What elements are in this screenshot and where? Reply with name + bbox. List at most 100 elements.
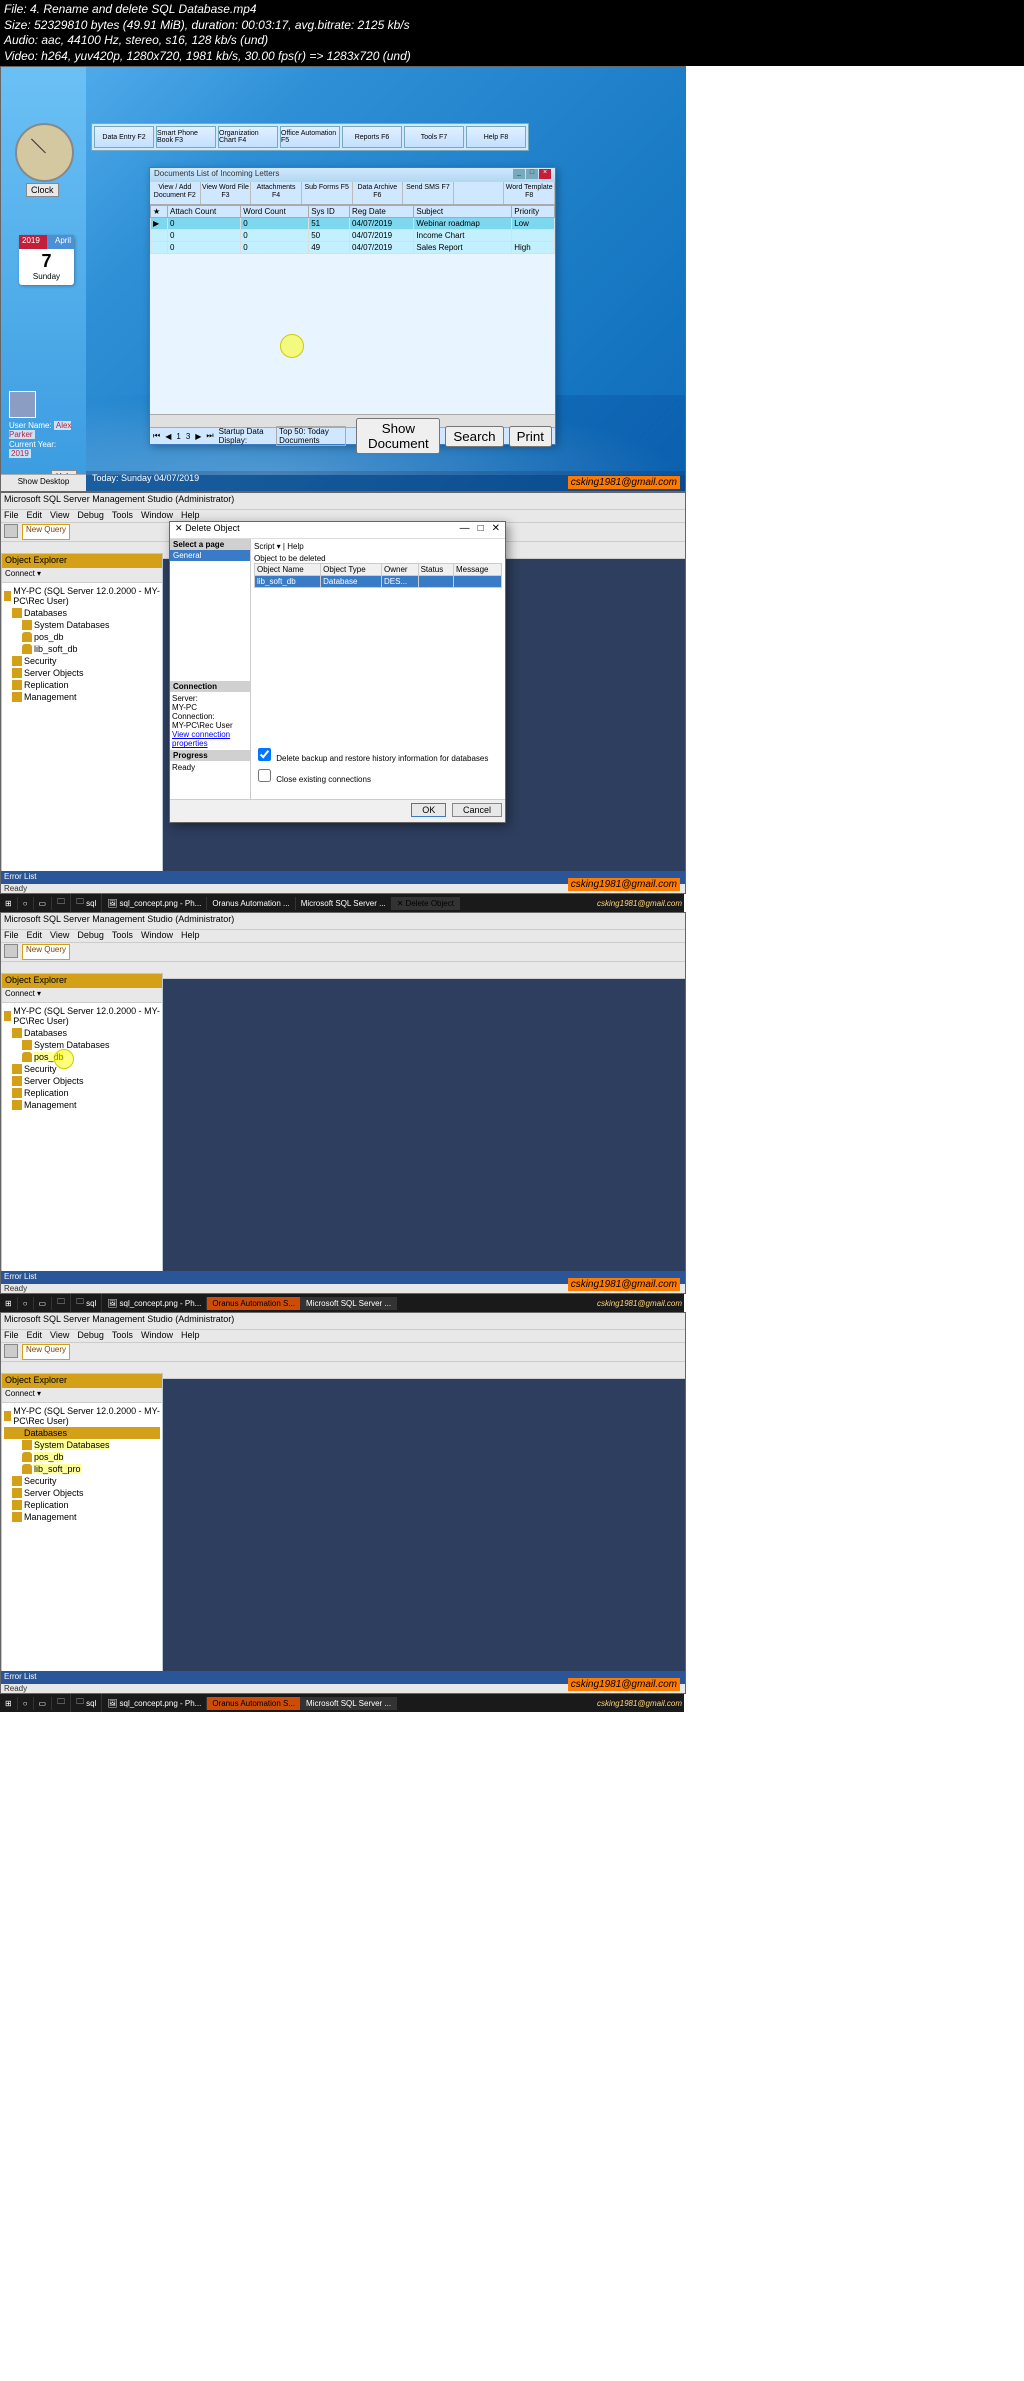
taskbar-ssms[interactable]: Microsoft SQL Server ... [301, 1697, 397, 1710]
table-row[interactable]: ▶ 0 0 51 04/07/2019 Webinar roadmap Low [151, 218, 555, 230]
help-button[interactable]: Help [287, 542, 303, 551]
menu-edit[interactable]: Edit [27, 930, 43, 942]
ssms-menu[interactable]: File Edit View Debug Tools Window Help [1, 1330, 685, 1343]
tree-databases[interactable]: Databases [4, 1427, 160, 1439]
tree-system-databases[interactable]: System Databases [4, 1439, 160, 1451]
col-object-type[interactable]: Object Type [321, 564, 382, 576]
maximize-icon[interactable]: □ [478, 523, 484, 537]
col-sysid[interactable]: Sys ID [309, 206, 350, 218]
search-button[interactable]: Search [445, 426, 503, 447]
ssms-titlebar[interactable]: Microsoft SQL Server Management Studio (… [1, 493, 685, 510]
script-button[interactable]: Script [254, 542, 274, 551]
toolbar-reports[interactable]: Reports F6 [342, 126, 402, 148]
taskbar-sql[interactable]: 🗀 sql [71, 1294, 102, 1312]
menu-edit[interactable]: Edit [27, 510, 43, 522]
start-button[interactable]: ⊞ [0, 1697, 18, 1710]
show-document-button[interactable]: Show Document [356, 418, 440, 454]
taskbar-concept[interactable]: 🖼 sql_concept.png - Ph... [102, 1697, 207, 1710]
search-icon[interactable]: ○ [18, 897, 34, 910]
tree-replication[interactable]: Replication [4, 1499, 160, 1511]
menu-tools[interactable]: Tools [112, 510, 133, 522]
tree-replication[interactable]: Replication [4, 1087, 160, 1099]
windows-taskbar[interactable]: ⊞ ○ ▭ 🗀 🗀 sql 🖼 sql_concept.png - Ph... … [0, 1294, 684, 1312]
menu-debug[interactable]: Debug [77, 1330, 104, 1342]
tree-security[interactable]: Security [4, 1063, 160, 1075]
print-button[interactable]: Print [509, 426, 552, 447]
menu-window[interactable]: Window [141, 930, 173, 942]
close-connections-checkbox[interactable]: Close existing connections [254, 766, 502, 785]
documents-table[interactable]: ★ Attach Count Word Count Sys ID Reg Dat… [150, 205, 555, 254]
toolbar-org-chart[interactable]: Organization Chart F4 [218, 126, 278, 148]
taskbar-oranus[interactable]: Oranus Automation ... [207, 897, 295, 910]
menu-view[interactable]: View [50, 1330, 69, 1342]
dw-send-sms[interactable]: Send SMS F7 [403, 182, 454, 204]
view-connection-link[interactable]: View connection properties [172, 730, 230, 748]
object-explorer[interactable]: Object Explorer Connect ▾ MY-PC (SQL Ser… [1, 1373, 163, 1673]
explorer-icon[interactable]: 🗀 [52, 1294, 71, 1312]
close-icon[interactable]: × [539, 169, 551, 179]
toolbar-tools[interactable]: Tools F7 [404, 126, 464, 148]
show-desktop-button[interactable]: Show Desktop [1, 474, 86, 491]
col-word[interactable]: Word Count [241, 206, 309, 218]
connect-button[interactable]: Connect ▾ [5, 989, 41, 998]
open-icon[interactable] [4, 944, 18, 958]
col-regdate[interactable]: Reg Date [350, 206, 414, 218]
open-icon[interactable] [4, 524, 18, 538]
taskbar-ssms[interactable]: Microsoft SQL Server ... [301, 1297, 397, 1310]
ssms-toolbar[interactable]: New Query [1, 943, 685, 962]
task-view-icon[interactable]: ▭ [34, 1697, 53, 1710]
object-explorer[interactable]: Object Explorer Connect ▾ MY-PC (SQL Ser… [1, 553, 163, 873]
taskbar-oranus[interactable]: Oranus Automation S... [207, 1697, 301, 1710]
menu-view[interactable]: View [50, 510, 69, 522]
dw-sub-forms[interactable]: Sub Forms F5 [302, 182, 353, 204]
menu-tools[interactable]: Tools [112, 1330, 133, 1342]
general-page-item[interactable]: General [170, 550, 250, 561]
explorer-icon[interactable]: 🗀 [52, 894, 71, 912]
dw-attachments[interactable]: Attachments F4 [251, 182, 302, 204]
toolbar-help[interactable]: Help F8 [466, 126, 526, 148]
ssms-toolbar[interactable]: New Query [1, 1343, 685, 1362]
menu-view[interactable]: View [50, 930, 69, 942]
next-page-icon[interactable]: ▶ [195, 432, 201, 441]
ssms-titlebar[interactable]: Microsoft SQL Server Management Studio (… [1, 913, 685, 930]
col-object-name[interactable]: Object Name [255, 564, 321, 576]
col-attach[interactable]: Attach Count [168, 206, 241, 218]
close-icon[interactable]: ✕ [175, 523, 183, 533]
menu-help[interactable]: Help [181, 1330, 200, 1342]
task-view-icon[interactable]: ▭ [34, 1297, 53, 1310]
delete-backup-checkbox[interactable]: Delete backup and restore history inform… [254, 745, 502, 764]
cancel-button[interactable]: Cancel [452, 803, 502, 817]
menu-file[interactable]: File [4, 930, 19, 942]
connect-button[interactable]: Connect ▾ [5, 569, 41, 578]
col-status[interactable]: Status [418, 564, 453, 576]
tree-management[interactable]: Management [4, 1511, 160, 1523]
table-row[interactable]: 0 0 49 04/07/2019 Sales Report High [151, 242, 555, 254]
taskbar-oranus[interactable]: Oranus Automation S... [207, 1297, 301, 1310]
dw-view-word[interactable]: View Word File F3 [201, 182, 252, 204]
tree-lib-pro[interactable]: lib_soft_pro [4, 1463, 160, 1475]
dw-view-add[interactable]: View / Add Document F2 [150, 182, 201, 204]
table-row[interactable]: 0 0 50 04/07/2019 Income Chart [151, 230, 555, 242]
menu-debug[interactable]: Debug [77, 510, 104, 522]
toolbar-phone-book[interactable]: Smart Phone Book F3 [156, 126, 216, 148]
open-icon[interactable] [4, 1344, 18, 1358]
tree-server-objects[interactable]: Server Objects [4, 1075, 160, 1087]
first-page-icon[interactable]: ⏮ [153, 431, 160, 441]
dialog-titlebar[interactable]: ✕ Delete Object — □ ✕ [170, 522, 505, 539]
taskbar-delete-object[interactable]: ✕ Delete Object [392, 897, 460, 910]
taskbar-ssms[interactable]: Microsoft SQL Server ... [296, 897, 392, 910]
ssms-menu[interactable]: File Edit View Debug Tools Window Help [1, 930, 685, 943]
new-query-button[interactable]: New Query [22, 944, 70, 960]
windows-taskbar[interactable]: ⊞ ○ ▭ 🗀 🗀 sql 🖼 sql_concept.png - Ph... … [0, 1694, 684, 1712]
toolbar-data-entry[interactable]: Data Entry F2 [94, 126, 154, 148]
table-row[interactable]: lib_soft_db Database DES... [255, 576, 502, 588]
tree-server[interactable]: MY-PC (SQL Server 12.0.2000 - MY-PC\Rec … [4, 1405, 160, 1427]
menu-tools[interactable]: Tools [112, 930, 133, 942]
menu-file[interactable]: File [4, 1330, 19, 1342]
close-icon[interactable]: ✕ [492, 523, 500, 537]
tree-databases[interactable]: Databases [4, 1027, 160, 1039]
tree-system-databases[interactable]: System Databases [4, 1039, 160, 1051]
connect-button[interactable]: Connect ▾ [5, 1389, 41, 1398]
start-button[interactable]: ⊞ [0, 1297, 18, 1310]
menu-help[interactable]: Help [181, 930, 200, 942]
